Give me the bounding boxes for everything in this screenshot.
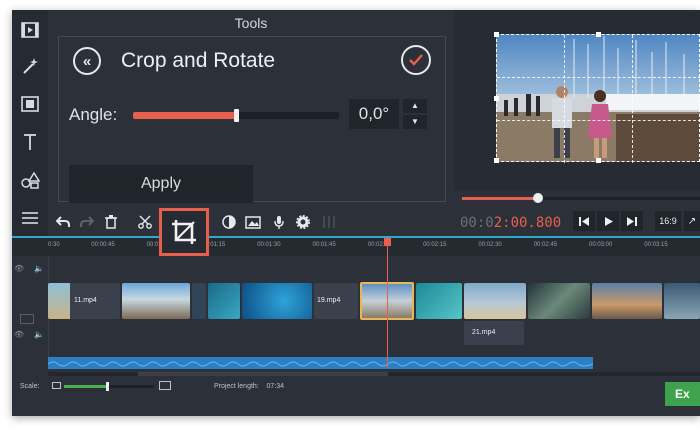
trash-icon[interactable] — [100, 211, 122, 233]
crop-icon — [172, 220, 196, 244]
playhead — [387, 238, 388, 368]
video-clip[interactable]: 19.mp4 — [314, 283, 358, 319]
scissors-icon[interactable] — [134, 211, 156, 233]
video-clip[interactable] — [592, 283, 662, 319]
main-track-volume-icon[interactable]: 🔈 — [34, 330, 70, 339]
video-clip[interactable] — [192, 283, 206, 319]
microphone-icon[interactable] — [268, 211, 290, 233]
project-length-value: 07:34 — [266, 383, 285, 390]
ruler-tick-label: 00:01:30 — [257, 242, 281, 248]
scale-slider[interactable] — [64, 382, 154, 391]
color-adjust-icon[interactable] — [218, 211, 240, 233]
chevron-double-left-icon: « — [82, 52, 92, 70]
preview-seek-bar[interactable] — [462, 193, 700, 203]
scale-slider-fill — [64, 385, 107, 388]
ruler-tick-label: 00:00:45 — [91, 242, 115, 248]
angle-slider-fill — [133, 112, 236, 119]
timecode-active: 2:00.800 — [493, 215, 562, 231]
play-button[interactable] — [597, 211, 619, 231]
overlay-track-volume-icon[interactable]: 🔈 — [34, 264, 70, 273]
previous-clip-button[interactable] — [573, 211, 595, 231]
play-icon — [604, 216, 613, 226]
crop-handle[interactable] — [596, 158, 601, 163]
image-icon[interactable] — [242, 211, 264, 233]
angle-decrement-button[interactable]: ▼ — [403, 115, 427, 129]
scale-label: Scale: — [20, 383, 40, 390]
ruler-tick-label: 00:01:45 — [312, 242, 336, 248]
shapes-icon[interactable] — [16, 166, 44, 194]
magic-wand-icon[interactable] — [16, 52, 44, 80]
ruler-tick-label: 00:03:00 — [589, 242, 613, 248]
crop-handle[interactable] — [596, 32, 601, 37]
timecode-display: 00:02:00.800 — [460, 215, 561, 231]
film-import-icon[interactable] — [16, 16, 44, 44]
video-clip[interactable] — [122, 283, 190, 319]
aspect-ratio-button[interactable]: 16:9 — [655, 211, 681, 231]
video-clip[interactable] — [664, 283, 700, 319]
zoom-out-icon[interactable] — [52, 382, 61, 389]
confirm-button[interactable] — [401, 45, 431, 75]
angle-input[interactable]: 0,0° — [349, 99, 399, 129]
back-button[interactable]: « — [73, 47, 101, 75]
clip-label: 21.mp4 — [472, 329, 496, 336]
crop-frame[interactable] — [494, 32, 700, 163]
video-clip[interactable] — [416, 283, 462, 319]
zoom-in-icon[interactable] — [159, 381, 171, 390]
panel-title: Crop and Rotate — [121, 49, 276, 72]
left-sidebar — [12, 10, 48, 236]
angle-slider[interactable] — [133, 109, 339, 122]
ruler-tick-label: 00:02:45 — [533, 242, 558, 248]
ruler-tick-label: 0:30 — [48, 242, 60, 248]
gear-icon[interactable] — [292, 211, 314, 233]
seek-thumb[interactable] — [533, 193, 543, 203]
ruler-tick-label: 00:02:15 — [423, 242, 447, 248]
video-clip[interactable]: 11.mp4 — [48, 283, 120, 319]
video-clip[interactable] — [242, 283, 312, 319]
status-bar — [12, 376, 700, 416]
video-editor-window: Tools « Crop and Rotate Angle: 0,0° ▲ ▼ … — [12, 10, 700, 416]
timeline-ruler[interactable]: 0:3000:00:4500:01:0000:01:1500:01:3000:0… — [12, 236, 700, 256]
angle-increment-button[interactable]: ▲ — [403, 99, 427, 113]
skip-back-icon — [579, 216, 589, 226]
video-clip[interactable] — [208, 283, 240, 319]
apply-button[interactable]: Apply — [69, 165, 253, 203]
ruler-tick-label: 00:02:30 — [478, 242, 502, 248]
scale-slider-thumb[interactable] — [105, 382, 109, 391]
skip-forward-icon — [627, 216, 637, 226]
video-clip[interactable] — [528, 283, 590, 319]
clip-label: 19.mp4 — [317, 297, 341, 304]
clip-caption[interactable]: 21.mp4 — [464, 321, 524, 345]
tools-header: Tools — [234, 15, 268, 31]
equalizer-icon[interactable] — [318, 211, 340, 233]
crop-handle[interactable] — [494, 158, 499, 163]
export-button[interactable]: Ex — [665, 382, 700, 406]
project-length-label: Project length: — [214, 383, 259, 390]
menu-icon[interactable] — [16, 204, 44, 232]
crop-rotate-panel: « Crop and Rotate Angle: 0,0° ▲ ▼ Apply — [58, 36, 446, 203]
export-icon[interactable]: ↗ — [684, 211, 700, 231]
angle-label: Angle: — [69, 105, 118, 124]
video-clip[interactable] — [464, 283, 526, 319]
seek-progress — [462, 197, 538, 200]
check-icon — [409, 54, 423, 66]
angle-slider-thumb[interactable] — [233, 109, 239, 122]
clip-label: 11.mp4 — [74, 297, 97, 304]
undo-icon[interactable] — [52, 211, 74, 233]
next-clip-button[interactable] — [621, 211, 643, 231]
track-placeholder-icon — [20, 314, 34, 324]
transitions-icon[interactable] — [16, 90, 44, 118]
timecode-dim: 00:0 — [460, 215, 494, 231]
project-length: Project length: 07:34 — [214, 383, 284, 390]
redo-icon[interactable] — [76, 211, 98, 233]
crop-handle[interactable] — [494, 32, 499, 37]
audio-track[interactable] — [47, 357, 594, 369]
titles-icon[interactable] — [16, 128, 44, 156]
crop-handle[interactable] — [494, 96, 499, 101]
ruler-tick-label: 00:03:15 — [644, 242, 668, 248]
crop-tool-button[interactable] — [159, 208, 209, 256]
